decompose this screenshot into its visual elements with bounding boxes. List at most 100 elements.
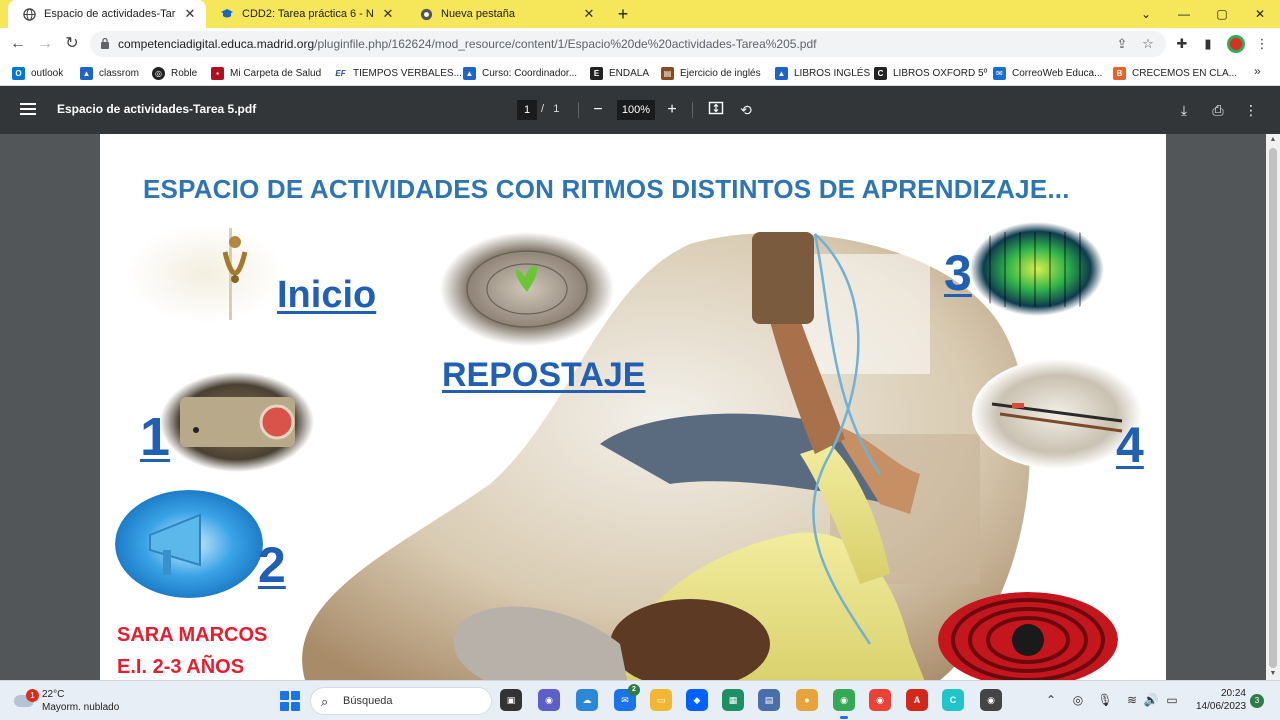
close-tab-icon[interactable]: ✕ xyxy=(380,6,396,22)
divider xyxy=(578,102,579,118)
link-repostaje[interactable]: REPOSTAJE xyxy=(442,356,645,395)
notification-badge[interactable]: 3 xyxy=(1250,694,1264,708)
bookmark-classrom[interactable]: ▲ classrom xyxy=(80,65,139,81)
active-indicator xyxy=(840,716,848,719)
pdf-viewport[interactable]: ESPACIO DE ACTIVIDADES CON RITMOS DISTIN… xyxy=(0,134,1266,680)
bookmark-endala[interactable]: E ENDALA xyxy=(590,65,649,81)
vertical-scrollbar[interactable]: ▲ ▼ xyxy=(1266,134,1280,680)
health-icon: ▪ xyxy=(211,66,224,80)
close-window-icon[interactable]: ✕ xyxy=(1241,0,1279,28)
wifi-icon[interactable]: ≋ xyxy=(1124,693,1140,707)
url-text: competenciadigital.educa.madrid.org/plug… xyxy=(118,37,816,51)
new-tab-button[interactable]: + xyxy=(613,4,633,24)
bookmark-curso[interactable]: ▲ Curso: Coordinador... xyxy=(463,65,577,81)
tab-title: Espacio de actividades-Tarea 5.pdf xyxy=(44,8,176,20)
bookmark-roble[interactable]: ◎ Roble xyxy=(152,65,197,81)
red-target-image xyxy=(938,592,1118,680)
extensions-icon[interactable]: ✚ xyxy=(1174,36,1190,52)
more-options-icon[interactable]: ⋮ xyxy=(1241,100,1261,120)
paint-icon[interactable]: ● xyxy=(796,689,818,711)
file-explorer-icon[interactable]: ▭ xyxy=(650,689,672,711)
bookmark-star-icon[interactable]: ☆ xyxy=(1140,36,1156,52)
onedrive-icon[interactable]: ☁ xyxy=(576,689,598,711)
minimize-icon[interactable]: — xyxy=(1165,0,1203,28)
page-total-value: 1 xyxy=(553,103,560,115)
bookmarks-overflow-icon[interactable]: » xyxy=(1254,64,1261,78)
link-3[interactable]: 3 xyxy=(944,244,972,302)
print-icon[interactable]: ⎙ xyxy=(1208,100,1228,120)
bookmark-tiempos[interactable]: EF TIEMPOS VERBALES... xyxy=(334,65,462,81)
link-4[interactable]: 4 xyxy=(1116,416,1144,474)
browser-toolbar: ← → ↻ competenciadigital.educa.madrid.or… xyxy=(0,28,1280,60)
page-separator: / xyxy=(541,103,545,115)
tab-pdf[interactable]: Espacio de actividades-Tarea 5.pdf ✕ xyxy=(8,0,206,28)
zoom-out-icon[interactable]: − xyxy=(588,100,608,120)
microphone-icon[interactable]: 🎙 xyxy=(1097,693,1113,707)
bookmark-oxford[interactable]: C LIBROS OXFORD 5º xyxy=(874,65,987,81)
weather-widget[interactable]: 1 22°C Mayorm. nublado xyxy=(14,687,134,715)
app-red-dot-icon[interactable]: ◉ xyxy=(980,689,1002,711)
mail-app-icon[interactable]: ✉ 2 xyxy=(614,684,640,711)
excel-sheet-icon[interactable]: ▦ xyxy=(722,689,744,711)
address-bar[interactable]: competenciadigital.educa.madrid.org/plug… xyxy=(90,31,1166,57)
bookmark-label: ENDALA xyxy=(609,67,650,79)
tray-chevron-icon[interactable]: ⌃ xyxy=(1043,693,1059,707)
chrome-icon xyxy=(419,7,433,21)
download-icon[interactable]: ⤓ xyxy=(1174,100,1194,120)
close-tab-icon[interactable]: ✕ xyxy=(581,6,597,22)
canva-icon[interactable]: C xyxy=(942,689,964,711)
teams-chat-icon[interactable]: ◉ xyxy=(538,689,560,711)
taskbar-clock[interactable]: 20:24 14/06/2023 xyxy=(1196,687,1246,713)
network-globe-icon[interactable]: ◎ xyxy=(1070,693,1086,707)
blogger-icon: B xyxy=(1113,66,1126,80)
tab-cdd2[interactable]: CDD2: Tarea práctica 6 - Nivel A2 ✕ xyxy=(206,0,404,28)
scroll-up-icon[interactable]: ▲ xyxy=(1266,136,1280,143)
link-inicio[interactable]: Inicio xyxy=(277,274,376,317)
tab-new[interactable]: Nueva pestaña ✕ xyxy=(405,0,605,28)
bookmark-correoweb[interactable]: ✉ CorreoWeb Educa... xyxy=(993,65,1102,81)
scroll-down-icon[interactable]: ▼ xyxy=(1266,670,1280,677)
bookmark-crecemos[interactable]: B CRECEMOS EN CLA... xyxy=(1113,65,1237,81)
calculator-icon[interactable]: ▤ xyxy=(758,689,780,711)
profile-avatar[interactable] xyxy=(1227,35,1245,53)
scrollbar-thumb[interactable] xyxy=(1269,148,1277,668)
volume-icon[interactable]: 🔊 xyxy=(1143,693,1159,707)
bookmark-salud[interactable]: ▪ Mi Carpeta de Salud xyxy=(211,65,321,81)
back-icon[interactable]: ← xyxy=(6,32,30,56)
zoom-input[interactable]: 100% xyxy=(617,100,655,120)
tab-search-icon[interactable]: ⌄ xyxy=(1127,0,1165,28)
link-1[interactable]: 1 xyxy=(140,406,170,468)
bookmark-libros-ingles[interactable]: ▲ LIBROS INGLÉS xyxy=(775,65,870,81)
page-number-input[interactable]: 1 xyxy=(517,100,537,120)
windows-start-icon[interactable] xyxy=(280,691,300,711)
forward-icon[interactable]: → xyxy=(33,32,57,56)
pdf-title: Espacio de actividades-Tarea 5.pdf xyxy=(57,102,257,116)
acrobat-icon[interactable]: A xyxy=(906,689,928,711)
link-2[interactable]: 2 xyxy=(258,536,286,594)
hamburger-menu-icon[interactable] xyxy=(18,100,38,120)
door-knocker-image xyxy=(125,224,285,324)
chrome-active-icon[interactable]: ◉ xyxy=(833,689,855,719)
clock-date: 14/06/2023 xyxy=(1196,701,1247,712)
menu-kebab-icon[interactable]: ⋮ xyxy=(1254,36,1270,52)
side-panel-icon[interactable]: ▮ xyxy=(1200,36,1216,52)
chrome-profile-icon[interactable]: ◉ xyxy=(869,689,891,711)
maximize-icon[interactable]: ▢ xyxy=(1203,0,1241,28)
share-icon[interactable]: ⇪ xyxy=(1114,36,1130,52)
dropbox-icon[interactable]: ◆ xyxy=(686,689,708,711)
close-tab-icon[interactable]: ✕ xyxy=(182,6,198,22)
bookmark-ejercicio[interactable]: ▤ Ejercicio de inglés xyxy=(661,65,761,81)
slide-heading: ESPACIO DE ACTIVIDADES CON RITMOS DISTIN… xyxy=(143,174,1070,204)
bookmark-outlook[interactable]: Ooutlook xyxy=(12,65,63,81)
equalizer-image xyxy=(970,222,1104,316)
mail-badge: 2 xyxy=(628,684,640,696)
bookmark-label: CorreoWeb Educa... xyxy=(1012,67,1103,79)
fit-page-icon[interactable] xyxy=(706,100,726,120)
battery-icon[interactable]: ▭ xyxy=(1164,693,1180,707)
zoom-in-icon[interactable]: + xyxy=(662,100,682,120)
rotate-icon[interactable]: ⟲ xyxy=(736,100,756,120)
task-view-icon[interactable]: ▣ xyxy=(500,689,522,711)
reload-icon[interactable]: ↻ xyxy=(60,32,84,56)
hero-photo xyxy=(302,232,1030,680)
taskbar-search[interactable]: ⌕ Búsqueda xyxy=(310,687,492,715)
